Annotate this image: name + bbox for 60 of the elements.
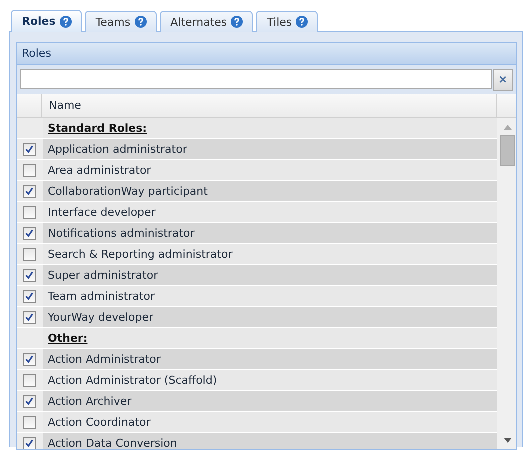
tab[interactable]: Alternates — [160, 11, 254, 32]
checkbox[interactable] — [22, 290, 36, 302]
table-row[interactable]: Other: — [17, 328, 497, 349]
role-name: Search & Reporting administrator — [48, 248, 233, 260]
search-field[interactable] — [20, 69, 492, 89]
table-row[interactable]: Area administrator — [17, 160, 497, 181]
table-row[interactable]: Action Archiver — [17, 391, 497, 412]
role-name: Super administrator — [48, 268, 158, 282]
role-name: Action Archiver — [48, 394, 132, 408]
checkbox[interactable] — [22, 268, 36, 282]
scroll-down-icon[interactable] — [504, 438, 512, 443]
role-name: YourWay developer — [48, 310, 154, 324]
table-row[interactable]: Standard Roles: — [17, 118, 497, 139]
checkbox[interactable] — [22, 184, 36, 198]
tab[interactable]: Tiles — [256, 11, 318, 32]
checkbox[interactable] — [22, 142, 36, 156]
table-row[interactable]: Action Coordinator — [17, 412, 497, 433]
checkbox[interactable] — [22, 374, 36, 386]
checkbox[interactable] — [22, 206, 36, 218]
checkbox[interactable] — [22, 310, 36, 324]
role-name: Notifications administrator — [48, 226, 195, 240]
help-icon[interactable] — [231, 16, 244, 28]
table-row[interactable]: Team administrator — [17, 286, 497, 307]
checkbox[interactable] — [22, 226, 36, 240]
help-icon[interactable] — [296, 16, 308, 28]
role-name: Area administrator — [48, 164, 152, 176]
group-heading: Other: — [48, 332, 88, 344]
table-row[interactable]: Interface developer — [17, 202, 497, 223]
table-row[interactable]: Action Data Conversion — [17, 433, 497, 449]
table-row[interactable]: Action Administrator — [17, 349, 497, 370]
checkbox[interactable] — [22, 416, 36, 428]
checkbox[interactable] — [22, 248, 36, 260]
column-header[interactable]: Name — [42, 94, 497, 117]
table-row[interactable]: CollaborationWay participant — [17, 181, 497, 202]
table-row[interactable]: Action Administrator (Scaffold) — [17, 370, 497, 391]
checkbox[interactable] — [22, 394, 36, 408]
help-icon[interactable] — [134, 16, 147, 28]
role-name: Action Coordinator — [48, 416, 151, 428]
table-row[interactable]: YourWay developer — [17, 307, 497, 328]
role-name: Interface developer — [48, 206, 156, 218]
table-row[interactable]: Super administrator — [17, 265, 497, 286]
role-name: Action Data Conversion — [48, 436, 178, 449]
tab[interactable]: Roles — [11, 10, 82, 32]
role-name: Team administrator — [48, 290, 155, 302]
role-name: Action Administrator — [48, 352, 161, 366]
help-icon[interactable] — [60, 16, 72, 28]
role-name: CollaborationWay participant — [48, 184, 208, 198]
table-row[interactable]: Notifications administrator — [17, 223, 497, 244]
clear-button[interactable]: × — [493, 69, 513, 91]
table-row[interactable]: Application administrator — [17, 139, 497, 160]
table-row[interactable]: Search & Reporting administrator — [17, 244, 497, 265]
panel-title: Roles — [17, 43, 516, 65]
checkbox[interactable] — [22, 436, 36, 449]
scrollbar-thumb[interactable] — [500, 135, 515, 166]
group-heading: Standard Roles: — [48, 122, 148, 134]
role-name: Application administrator — [48, 142, 188, 156]
checkbox[interactable] — [22, 352, 36, 366]
role-name: Action Administrator (Scaffold) — [48, 374, 218, 386]
checkbox[interactable] — [22, 164, 36, 176]
tab[interactable]: Teams — [84, 11, 157, 32]
